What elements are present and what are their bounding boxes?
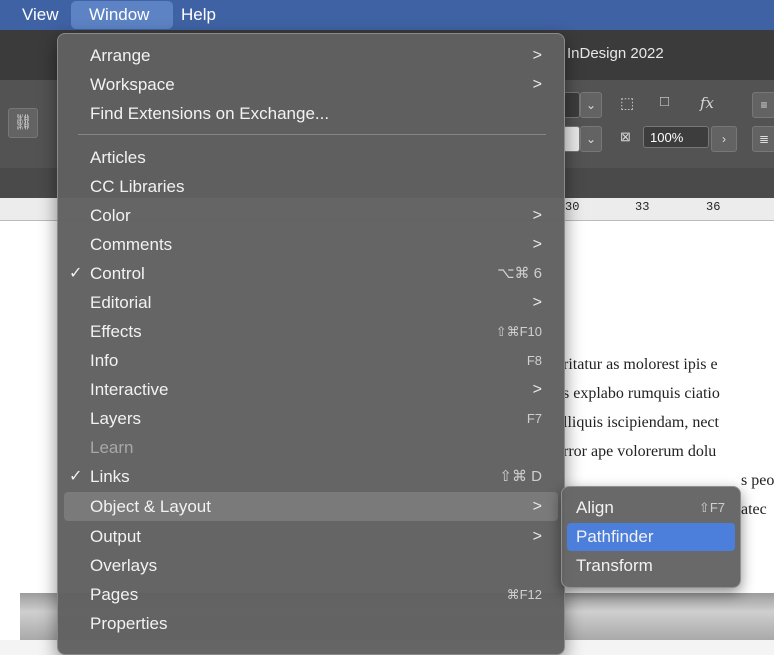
menu-item-properties[interactable]: Properties [58, 609, 564, 638]
system-menubar: View Window Help [0, 0, 774, 30]
text-line: s peo [741, 472, 774, 489]
menu-item-articles[interactable]: Articles [58, 143, 564, 172]
menu-item-label: Object & Layout [90, 497, 211, 516]
menu-item-label: Links [90, 467, 130, 486]
submenu-item-pathfinder[interactable]: Pathfinder [567, 523, 735, 551]
chevron-right-icon: > [532, 76, 542, 93]
menu-item-label: Arrange [90, 46, 151, 65]
rectangle-icon[interactable]: □ [660, 93, 669, 110]
distribute-icon: ≣ [758, 132, 770, 146]
menu-item-label: Overlays [90, 556, 158, 575]
menu-item-arrange[interactable]: Arrange > [58, 41, 564, 70]
menu-item-shortcut: F8 [526, 353, 542, 368]
chevron-right-icon: > [532, 207, 542, 224]
menu-item-links[interactable]: ✓ Links ⇧⌘ D [58, 462, 564, 491]
text-line: rror ape volorerum dolu [563, 443, 717, 460]
menu-item-shortcut: ⌥⌘ 6 [497, 265, 542, 282]
chevron-right-icon: > [532, 294, 542, 311]
menu-item-label: Info [90, 351, 119, 370]
menu-item-shortcut: ⇧F7 [698, 500, 725, 515]
menu-item-learn: Learn [58, 433, 564, 462]
stroke-weight-dropdown[interactable]: ⌄ [580, 92, 602, 118]
menu-item-pages[interactable]: Pages ⌘F12 [58, 580, 564, 609]
menu-item-label: Output [90, 527, 142, 546]
opacity-icon: ⊠ [620, 129, 631, 144]
menu-item-label: Layers [90, 409, 142, 428]
opacity-stepper[interactable]: › [711, 126, 737, 152]
menubar-window[interactable]: Window [71, 1, 173, 29]
menu-item-object-layout[interactable]: Object & Layout > [64, 492, 558, 521]
text-line: atec [741, 501, 767, 518]
menu-item-label: CC Libraries [90, 177, 185, 196]
menu-item-label: Control [90, 264, 145, 283]
menu-item-comments[interactable]: Comments > [58, 230, 564, 259]
ruler-label: 36 [706, 200, 721, 214]
menu-item-shortcut: ⌘F12 [506, 587, 542, 602]
menu-item-effects[interactable]: Effects ⇧⌘F10 [58, 317, 564, 346]
menu-item-interactive[interactable]: Interactive > [58, 375, 564, 404]
text-line: lliquis iscipiendam, nect [563, 414, 719, 431]
menubar-help[interactable]: Help [181, 0, 216, 30]
submenu-item-align[interactable]: Align ⇧F7 [567, 494, 735, 522]
submenu-item-label: Pathfinder [576, 527, 654, 546]
menu-item-find-extensions[interactable]: Find Extensions on Exchange... [58, 99, 564, 128]
fill-field[interactable] [563, 126, 580, 152]
menu-item-shortcut: ⇧⌘F10 [495, 324, 542, 339]
constrain-proportions-button[interactable]: ⛓ [8, 108, 38, 138]
link-icon: ⛓ [13, 114, 33, 131]
menu-item-label: Editorial [90, 293, 152, 312]
menu-item-cc-libraries[interactable]: CC Libraries [58, 172, 564, 201]
frame-fitting-icon[interactable]: ⬚ [620, 94, 634, 112]
distribute-button[interactable]: ≣ [752, 126, 774, 152]
chevron-right-icon: › [722, 132, 726, 146]
chevron-down-icon: ⌄ [585, 132, 597, 146]
chevron-right-icon: > [532, 498, 542, 515]
menu-item-label: Find Extensions on Exchange... [90, 104, 330, 123]
chevron-right-icon: > [532, 236, 542, 253]
menu-item-label: Pages [90, 585, 139, 604]
object-layout-submenu: Align ⇧F7 Pathfinder Transform [561, 486, 741, 588]
chevron-right-icon: > [532, 381, 542, 398]
window-menu: Arrange > Workspace > Find Extensions on… [57, 33, 565, 655]
checkmark-icon: ✓ [69, 468, 83, 485]
menu-item-layers[interactable]: Layers F7 [58, 404, 564, 433]
submenu-item-label: Align [576, 498, 614, 517]
ruler-label: 33 [635, 200, 650, 214]
menu-item-label: Workspace [90, 75, 175, 94]
menu-item-color[interactable]: Color > [58, 201, 564, 230]
menu-item-label: Color [90, 206, 131, 225]
ruler-label: 30 [565, 200, 580, 214]
menu-item-label: Interactive [90, 380, 169, 399]
menubar-view[interactable]: View [22, 0, 59, 30]
text-line: s explabo rumquis ciatio [563, 385, 720, 402]
menu-item-label: Articles [90, 148, 146, 167]
menu-item-shortcut: ⇧⌘ D [499, 468, 542, 485]
menu-item-output[interactable]: Output > [58, 522, 564, 551]
menu-item-label: Properties [90, 614, 168, 633]
fill-dropdown[interactable]: ⌄ [580, 126, 602, 152]
menu-item-overlays[interactable]: Overlays [58, 551, 564, 580]
menu-item-label: Comments [90, 235, 173, 254]
submenu-item-label: Transform [576, 556, 653, 575]
fx-icon[interactable]: fx [700, 94, 714, 112]
menu-item-label: Learn [90, 438, 134, 457]
menu-item-shortcut: F7 [526, 411, 542, 426]
align-button[interactable]: ≡ [752, 92, 774, 118]
menu-item-label: Effects [90, 322, 142, 341]
menu-item-workspace[interactable]: Workspace > [58, 70, 564, 99]
chevron-down-icon: ⌄ [585, 98, 597, 112]
opacity-field[interactable]: 100% [643, 126, 709, 148]
app-title: InDesign 2022 [567, 45, 664, 62]
text-line: ritatur as molorest ipis e [563, 356, 718, 373]
align-lines-icon: ≡ [760, 98, 768, 112]
menu-item-editorial[interactable]: Editorial > [58, 288, 564, 317]
menu-item-info[interactable]: Info F8 [58, 346, 564, 375]
menu-separator [78, 134, 546, 135]
stroke-weight-field[interactable] [563, 92, 580, 118]
chevron-right-icon: > [532, 528, 542, 545]
submenu-item-transform[interactable]: Transform [567, 552, 735, 580]
checkmark-icon: ✓ [69, 265, 83, 282]
menu-item-control[interactable]: ✓ Control ⌥⌘ 6 [58, 259, 564, 288]
chevron-right-icon: > [532, 47, 542, 64]
